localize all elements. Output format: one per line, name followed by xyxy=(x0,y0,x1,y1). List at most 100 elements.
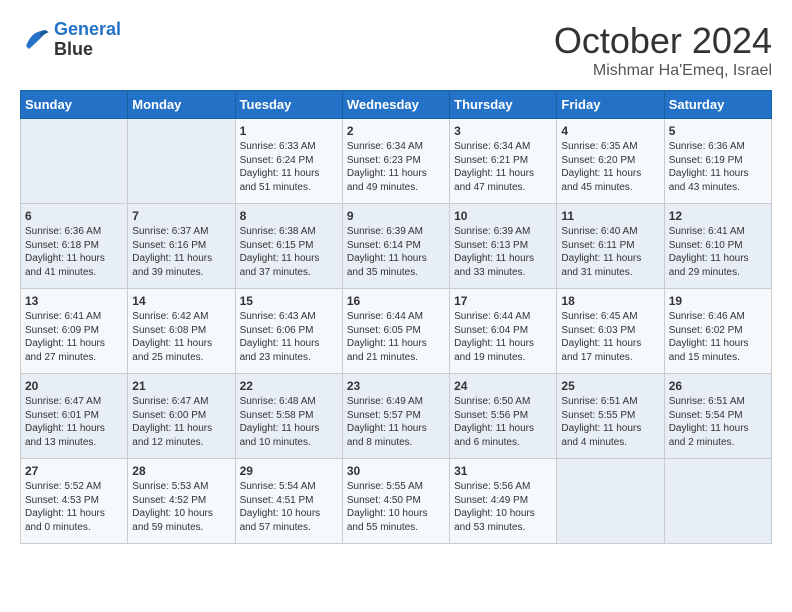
cell-content: Sunrise: 6:38 AMSunset: 6:15 PMDaylight:… xyxy=(240,225,338,279)
day-number: 6 xyxy=(25,209,123,223)
week-row-4: 20 Sunrise: 6:47 AMSunset: 6:01 PMDayligh… xyxy=(21,374,772,459)
header-sunday: Sunday xyxy=(21,91,128,119)
cell-content: Sunrise: 6:43 AMSunset: 6:06 PMDaylight:… xyxy=(240,310,338,364)
cell-content: Sunrise: 6:51 AMSunset: 5:55 PMDaylight:… xyxy=(561,395,659,449)
cell-content: Sunrise: 6:36 AMSunset: 6:19 PMDaylight:… xyxy=(669,140,767,194)
day-number: 3 xyxy=(454,124,552,138)
day-number: 20 xyxy=(25,379,123,393)
calendar-cell: 18 Sunrise: 6:45 AMSunset: 6:03 PMDayligh… xyxy=(557,289,664,374)
month-title: October 2024 xyxy=(554,20,772,62)
cell-content: Sunrise: 5:56 AMSunset: 4:49 PMDaylight:… xyxy=(454,480,552,534)
calendar-cell: 2Sunrise: 6:34 AMSunset: 6:23 PMDaylight… xyxy=(342,119,449,204)
day-number: 14 xyxy=(132,294,230,308)
calendar-cell: 26Sunrise: 6:51 AMSunset: 5:54 PMDayligh… xyxy=(664,374,771,459)
cell-content: Sunrise: 6:45 AMSunset: 6:03 PMDaylight:… xyxy=(561,310,659,364)
calendar-cell xyxy=(21,119,128,204)
cell-content: Sunrise: 6:36 AMSunset: 6:18 PMDaylight:… xyxy=(25,225,123,279)
cell-content: Sunrise: 5:55 AMSunset: 4:50 PMDaylight:… xyxy=(347,480,445,534)
day-number: 5 xyxy=(669,124,767,138)
cell-content: Sunrise: 6:39 AMSunset: 6:14 PMDaylight:… xyxy=(347,225,445,279)
calendar-cell: 23 Sunrise: 6:49 AMSunset: 5:57 PMDayligh… xyxy=(342,374,449,459)
cell-content: Sunrise: 5:52 AMSunset: 4:53 PMDaylight:… xyxy=(25,480,123,534)
day-number: 23 xyxy=(347,379,445,393)
day-number: 10 xyxy=(454,209,552,223)
week-row-5: 27 Sunrise: 5:52 AMSunset: 4:53 PMDayligh… xyxy=(21,459,772,544)
calendar-cell xyxy=(664,459,771,544)
day-number: 22 xyxy=(240,379,338,393)
logo-text: General Blue xyxy=(54,20,121,60)
day-number: 28 xyxy=(132,464,230,478)
calendar-cell: 17Sunrise: 6:44 AMSunset: 6:04 PMDayligh… xyxy=(450,289,557,374)
day-number: 27 xyxy=(25,464,123,478)
cell-content: Sunrise: 6:40 AMSunset: 6:11 PMDaylight:… xyxy=(561,225,659,279)
day-number: 25 xyxy=(561,379,659,393)
cell-content: Sunrise: 6:46 AMSunset: 6:02 PMDaylight:… xyxy=(669,310,767,364)
cell-content: Sunrise: 6:49 AMSunset: 5:57 PMDaylight:… xyxy=(347,395,445,449)
cell-content: Sunrise: 6:41 AMSunset: 6:09 PMDaylight:… xyxy=(25,310,123,364)
cell-content: Sunrise: 6:34 AMSunset: 6:21 PMDaylight:… xyxy=(454,140,552,194)
cell-content: Sunrise: 6:35 AMSunset: 6:20 PMDaylight:… xyxy=(561,140,659,194)
day-number: 13 xyxy=(25,294,123,308)
day-number: 18 xyxy=(561,294,659,308)
calendar-cell: 27 Sunrise: 5:52 AMSunset: 4:53 PMDayligh… xyxy=(21,459,128,544)
calendar-table: SundayMondayTuesdayWednesdayThursdayFrid… xyxy=(20,90,772,544)
day-number: 16 xyxy=(347,294,445,308)
week-row-2: 6 Sunrise: 6:36 AMSunset: 6:18 PMDaylight… xyxy=(21,204,772,289)
cell-content: Sunrise: 6:34 AMSunset: 6:23 PMDaylight:… xyxy=(347,140,445,194)
calendar-cell: 11 Sunrise: 6:40 AMSunset: 6:11 PMDayligh… xyxy=(557,204,664,289)
day-number: 11 xyxy=(561,209,659,223)
cell-content: Sunrise: 6:50 AMSunset: 5:56 PMDaylight:… xyxy=(454,395,552,449)
header-saturday: Saturday xyxy=(664,91,771,119)
calendar-cell: 9Sunrise: 6:39 AMSunset: 6:14 PMDaylight… xyxy=(342,204,449,289)
logo: General Blue xyxy=(20,20,121,60)
calendar-cell: 19 Sunrise: 6:46 AMSunset: 6:02 PMDayligh… xyxy=(664,289,771,374)
cell-content: Sunrise: 6:39 AMSunset: 6:13 PMDaylight:… xyxy=(454,225,552,279)
cell-content: Sunrise: 6:47 AMSunset: 6:00 PMDaylight:… xyxy=(132,395,230,449)
calendar-cell: 21 Sunrise: 6:47 AMSunset: 6:00 PMDayligh… xyxy=(128,374,235,459)
week-row-1: 1Sunrise: 6:33 AMSunset: 6:24 PMDaylight… xyxy=(21,119,772,204)
calendar-cell: 4 Sunrise: 6:35 AMSunset: 6:20 PMDaylight… xyxy=(557,119,664,204)
calendar-cell: 12Sunrise: 6:41 AMSunset: 6:10 PMDayligh… xyxy=(664,204,771,289)
calendar-cell: 7Sunrise: 6:37 AMSunset: 6:16 PMDaylight… xyxy=(128,204,235,289)
day-number: 8 xyxy=(240,209,338,223)
calendar-cell: 31 Sunrise: 5:56 AMSunset: 4:49 PMDayligh… xyxy=(450,459,557,544)
calendar-cell xyxy=(128,119,235,204)
day-number: 21 xyxy=(132,379,230,393)
calendar-cell: 22Sunrise: 6:48 AMSunset: 5:58 PMDayligh… xyxy=(235,374,342,459)
cell-content: Sunrise: 6:44 AMSunset: 6:05 PMDaylight:… xyxy=(347,310,445,364)
calendar-cell: 28 Sunrise: 5:53 AMSunset: 4:52 PMDayligh… xyxy=(128,459,235,544)
calendar-cell: 8 Sunrise: 6:38 AMSunset: 6:15 PMDaylight… xyxy=(235,204,342,289)
calendar-cell: 30Sunrise: 5:55 AMSunset: 4:50 PMDayligh… xyxy=(342,459,449,544)
calendar-cell: 24 Sunrise: 6:50 AMSunset: 5:56 PMDayligh… xyxy=(450,374,557,459)
calendar-cell: 1Sunrise: 6:33 AMSunset: 6:24 PMDaylight… xyxy=(235,119,342,204)
header-monday: Monday xyxy=(128,91,235,119)
calendar-cell xyxy=(557,459,664,544)
location-title: Mishmar Ha'Emeq, Israel xyxy=(554,62,772,80)
day-number: 31 xyxy=(454,464,552,478)
calendar-cell: 14 Sunrise: 6:42 AMSunset: 6:08 PMDayligh… xyxy=(128,289,235,374)
cell-content: Sunrise: 6:47 AMSunset: 6:01 PMDaylight:… xyxy=(25,395,123,449)
cell-content: Sunrise: 6:42 AMSunset: 6:08 PMDaylight:… xyxy=(132,310,230,364)
header-tuesday: Tuesday xyxy=(235,91,342,119)
calendar-cell: 16 Sunrise: 6:44 AMSunset: 6:05 PMDayligh… xyxy=(342,289,449,374)
calendar-cell: 5 Sunrise: 6:36 AMSunset: 6:19 PMDaylight… xyxy=(664,119,771,204)
title-block: October 2024 Mishmar Ha'Emeq, Israel xyxy=(554,20,772,80)
calendar-cell: 20 Sunrise: 6:47 AMSunset: 6:01 PMDayligh… xyxy=(21,374,128,459)
day-number: 4 xyxy=(561,124,659,138)
cell-content: Sunrise: 6:37 AMSunset: 6:16 PMDaylight:… xyxy=(132,225,230,279)
header-wednesday: Wednesday xyxy=(342,91,449,119)
cell-content: Sunrise: 6:44 AMSunset: 6:04 PMDaylight:… xyxy=(454,310,552,364)
calendar-cell: 10 Sunrise: 6:39 AMSunset: 6:13 PMDayligh… xyxy=(450,204,557,289)
day-number: 24 xyxy=(454,379,552,393)
day-number: 29 xyxy=(240,464,338,478)
logo-icon xyxy=(20,25,50,55)
cell-content: Sunrise: 5:53 AMSunset: 4:52 PMDaylight:… xyxy=(132,480,230,534)
day-number: 19 xyxy=(669,294,767,308)
day-number: 15 xyxy=(240,294,338,308)
page-header: General Blue October 2024 Mishmar Ha'Eme… xyxy=(20,20,772,80)
calendar-cell: 6 Sunrise: 6:36 AMSunset: 6:18 PMDaylight… xyxy=(21,204,128,289)
cell-content: Sunrise: 6:51 AMSunset: 5:54 PMDaylight:… xyxy=(669,395,767,449)
calendar-cell: 25 Sunrise: 6:51 AMSunset: 5:55 PMDayligh… xyxy=(557,374,664,459)
calendar-cell: 13 Sunrise: 6:41 AMSunset: 6:09 PMDayligh… xyxy=(21,289,128,374)
header-thursday: Thursday xyxy=(450,91,557,119)
